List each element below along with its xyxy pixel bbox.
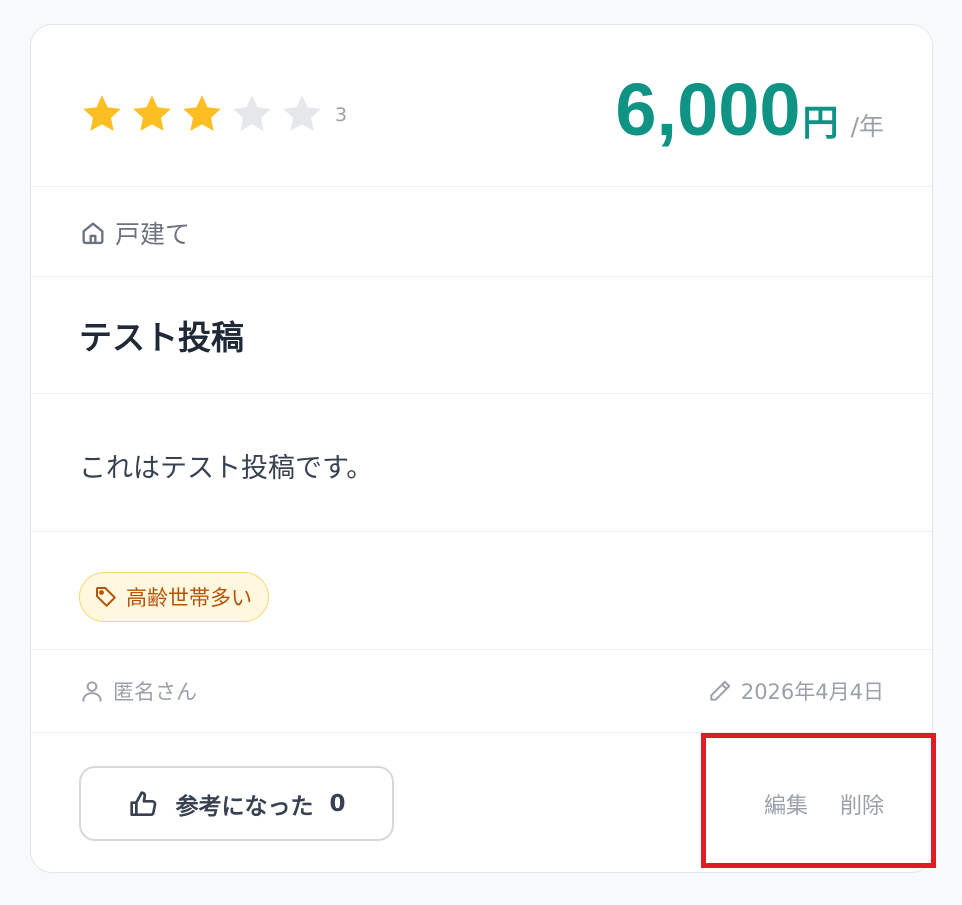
price-amount: 6,000 [615, 68, 801, 151]
helpful-label: 参考になった [175, 793, 314, 820]
tag-label: 高齢世帯多い [126, 586, 252, 610]
user-icon [82, 681, 102, 702]
delete-button[interactable]: 削除 [840, 788, 884, 820]
post-date: 2026年4月4日 [707, 676, 884, 706]
card-header: 3 6,000 円 /年 [31, 25, 932, 187]
review-body: これはテスト投稿です。 [79, 453, 374, 484]
post-date-text: 2026年4月4日 [740, 680, 884, 704]
meta-section: 匿名さん 2026年4月4日 [31, 650, 932, 733]
price-unit: 円 [802, 103, 839, 144]
helpful-button[interactable]: 参考になった 0 [79, 766, 394, 841]
tag-chip: 高齢世帯多い [79, 572, 269, 622]
star-icon [279, 91, 329, 137]
star-icon [179, 91, 229, 137]
author-name: 匿名さん [113, 680, 197, 704]
body-section: これはテスト投稿です。 [31, 394, 932, 532]
owner-actions: 編集 削除 [764, 788, 884, 820]
rating-value: 3 [335, 104, 348, 126]
price-period: /年 [850, 112, 884, 141]
home-icon [82, 222, 104, 245]
thumbs-up-icon [130, 790, 157, 816]
helpful-count: 0 [329, 790, 346, 817]
tag-icon [96, 587, 116, 607]
author: 匿名さん [79, 676, 197, 706]
review-card: 3 6,000 円 /年 戸建て テスト投稿 これはテスト投稿です。 高齢世帯多 [30, 24, 933, 873]
title-section: テスト投稿 [31, 277, 932, 394]
property-type-label: 戸建て [115, 220, 191, 249]
property-type-section: 戸建て [31, 187, 932, 277]
star-icon [79, 91, 129, 137]
star-icon [129, 91, 179, 137]
tags-section: 高齢世帯多い [31, 532, 932, 650]
price: 6,000 円 /年 [615, 73, 884, 147]
actions-section: 参考になった 0 編集 削除 [31, 733, 932, 872]
review-title: テスト投稿 [79, 318, 244, 357]
pencil-icon [710, 680, 731, 701]
edit-button[interactable]: 編集 [764, 788, 808, 820]
property-type: 戸建て [79, 215, 190, 251]
star-rating: 3 [79, 91, 347, 137]
star-icon [229, 91, 279, 137]
